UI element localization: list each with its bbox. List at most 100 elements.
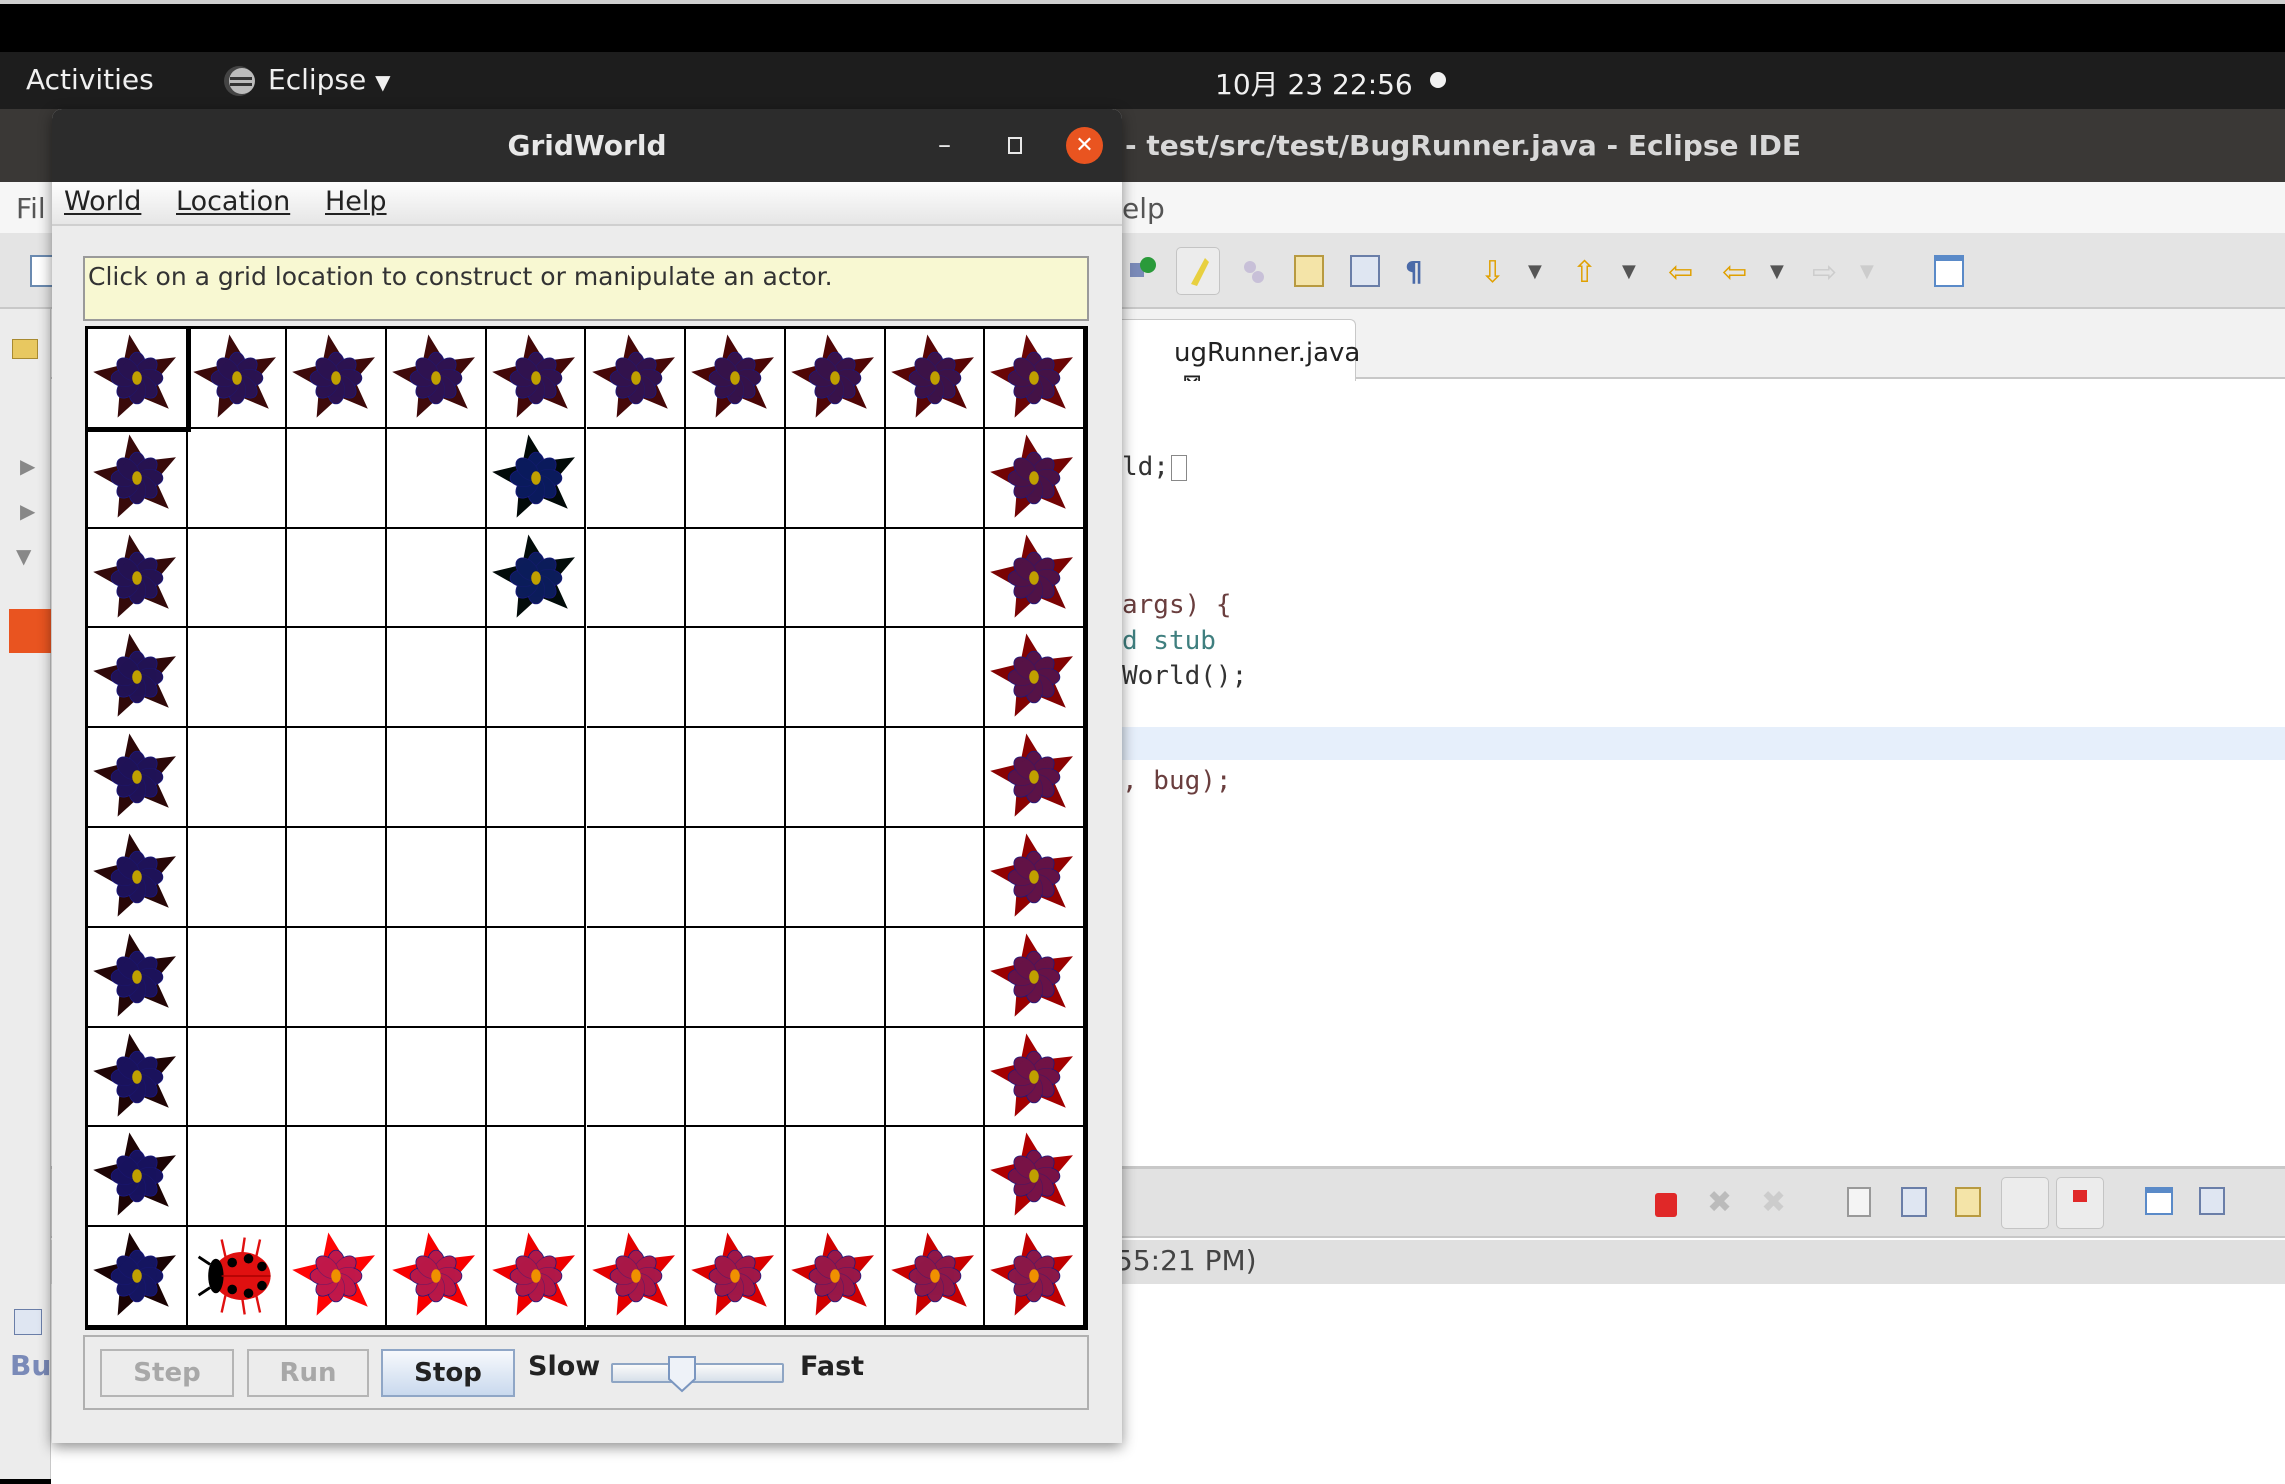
flower-actor[interactable]	[89, 1029, 185, 1125]
flower-actor[interactable]	[588, 330, 684, 426]
block-selection-icon[interactable]	[1350, 255, 1380, 287]
flower-actor[interactable]	[488, 430, 584, 526]
flower-actor[interactable]	[986, 1128, 1082, 1224]
grid-cell[interactable]	[686, 1027, 786, 1128]
grid-cell[interactable]	[287, 428, 388, 529]
chevron-down-icon[interactable]: ▼	[1528, 261, 1558, 293]
grid-cell[interactable]	[686, 628, 786, 729]
grid-cell[interactable]	[486, 728, 587, 828]
grid-cell[interactable]	[586, 1227, 687, 1327]
grid-cell[interactable]	[785, 1227, 886, 1327]
grid-cell[interactable]	[486, 528, 587, 629]
grid-cell[interactable]	[686, 528, 786, 629]
grid-cell[interactable]	[785, 728, 886, 828]
grid-cell[interactable]	[686, 728, 786, 828]
grid-cell[interactable]	[885, 428, 986, 529]
flower-actor[interactable]	[887, 330, 983, 426]
grid-cell[interactable]	[885, 927, 986, 1028]
grid-cell[interactable]	[287, 828, 388, 928]
collapse-arrow-icon[interactable]: ▼	[16, 544, 31, 568]
grid-cell[interactable]	[486, 628, 587, 729]
grid-cell[interactable]	[985, 329, 1085, 429]
pin-console-icon[interactable]	[2145, 1187, 2173, 1215]
grid-cell[interactable]	[885, 628, 986, 729]
grid-cell[interactable]	[88, 428, 188, 529]
flower-actor[interactable]	[89, 330, 185, 426]
chevron-down-icon[interactable]: ▼	[1770, 261, 1800, 293]
grid-cell[interactable]	[287, 927, 388, 1028]
grid-cell[interactable]	[885, 828, 986, 928]
grid-cell[interactable]	[586, 628, 687, 729]
grid-cell[interactable]	[287, 628, 388, 729]
grid-cell[interactable]	[287, 1227, 388, 1327]
last-edit-location-icon[interactable]: ⇦	[1668, 255, 1698, 290]
grid-cell[interactable]	[187, 528, 288, 629]
flower-actor[interactable]	[89, 729, 185, 825]
grid-cell[interactable]	[985, 1027, 1085, 1128]
grid-cell[interactable]	[885, 1127, 986, 1228]
flower-actor[interactable]	[787, 1228, 883, 1324]
flower-actor[interactable]	[986, 530, 1082, 626]
flower-actor[interactable]	[986, 1228, 1082, 1324]
run-button[interactable]: Run	[247, 1349, 369, 1397]
grid-cell[interactable]	[88, 1227, 188, 1327]
grid-cell[interactable]	[287, 1027, 388, 1128]
flower-actor[interactable]	[986, 829, 1082, 925]
grid-cell[interactable]	[486, 1027, 587, 1128]
grid-cell[interactable]	[785, 428, 886, 529]
grid-cell[interactable]	[586, 1027, 687, 1128]
grid-cell[interactable]	[985, 927, 1085, 1028]
flower-actor[interactable]	[986, 629, 1082, 725]
grid-cell[interactable]	[387, 1027, 487, 1128]
flower-actor[interactable]	[687, 330, 783, 426]
grid-cell[interactable]	[187, 428, 288, 529]
console-view-icon[interactable]	[14, 1309, 42, 1335]
maximize-button[interactable]	[1008, 137, 1022, 154]
grid-cell[interactable]	[88, 828, 188, 928]
flower-actor[interactable]	[388, 330, 484, 426]
flower-actor[interactable]	[288, 330, 384, 426]
grid-cell[interactable]	[387, 828, 487, 928]
grid-cell[interactable]	[785, 1127, 886, 1228]
speed-slider-thumb[interactable]	[667, 1355, 697, 1393]
clear-console-icon[interactable]	[1847, 1187, 1871, 1217]
grid-cell[interactable]	[187, 628, 288, 729]
flower-actor[interactable]	[986, 330, 1082, 426]
grid-cell[interactable]	[287, 728, 388, 828]
back-icon[interactable]: ⇦	[1722, 255, 1752, 290]
minimize-button[interactable]: –	[938, 109, 951, 182]
grid-cell[interactable]	[785, 1027, 886, 1128]
grid-cell[interactable]	[486, 329, 587, 429]
grid-cell[interactable]	[486, 828, 587, 928]
menu-location[interactable]: Location	[176, 186, 290, 217]
show-whitespace-icon[interactable]: ¶	[1405, 255, 1435, 288]
display-console-icon[interactable]	[2199, 1187, 2225, 1215]
grid-cell[interactable]	[88, 927, 188, 1028]
grid-cell[interactable]	[586, 329, 687, 429]
flower-actor[interactable]	[588, 1228, 684, 1324]
grid-cell[interactable]	[486, 1227, 587, 1327]
expand-arrow-icon[interactable]: ▶	[20, 454, 35, 478]
grid-cell[interactable]	[387, 528, 487, 629]
grid-cell[interactable]	[88, 628, 188, 729]
grid-cell[interactable]	[586, 728, 687, 828]
flower-actor[interactable]	[89, 829, 185, 925]
flower-actor[interactable]	[288, 1228, 384, 1324]
grid-cell[interactable]	[985, 728, 1085, 828]
grid-cell[interactable]	[187, 927, 288, 1028]
grid-cell[interactable]	[187, 329, 288, 429]
bug-actor[interactable]	[189, 1228, 285, 1324]
grid-cell[interactable]	[785, 329, 886, 429]
grid-cell[interactable]	[885, 1227, 986, 1327]
grid-cell[interactable]	[586, 927, 687, 1028]
flower-actor[interactable]	[887, 1228, 983, 1324]
grid-cell[interactable]	[686, 1227, 786, 1327]
grid-cell[interactable]	[686, 1127, 786, 1228]
close-button[interactable]: ✕	[1066, 127, 1103, 164]
gridworld-title-bar[interactable]: GridWorld – ✕	[52, 109, 1122, 182]
menu-help[interactable]: elp	[1122, 192, 1165, 225]
grid-cell[interactable]	[686, 828, 786, 928]
grid-cell[interactable]	[88, 1127, 188, 1228]
scroll-lock-icon[interactable]	[1901, 1187, 1927, 1217]
grid-cell[interactable]	[785, 828, 886, 928]
